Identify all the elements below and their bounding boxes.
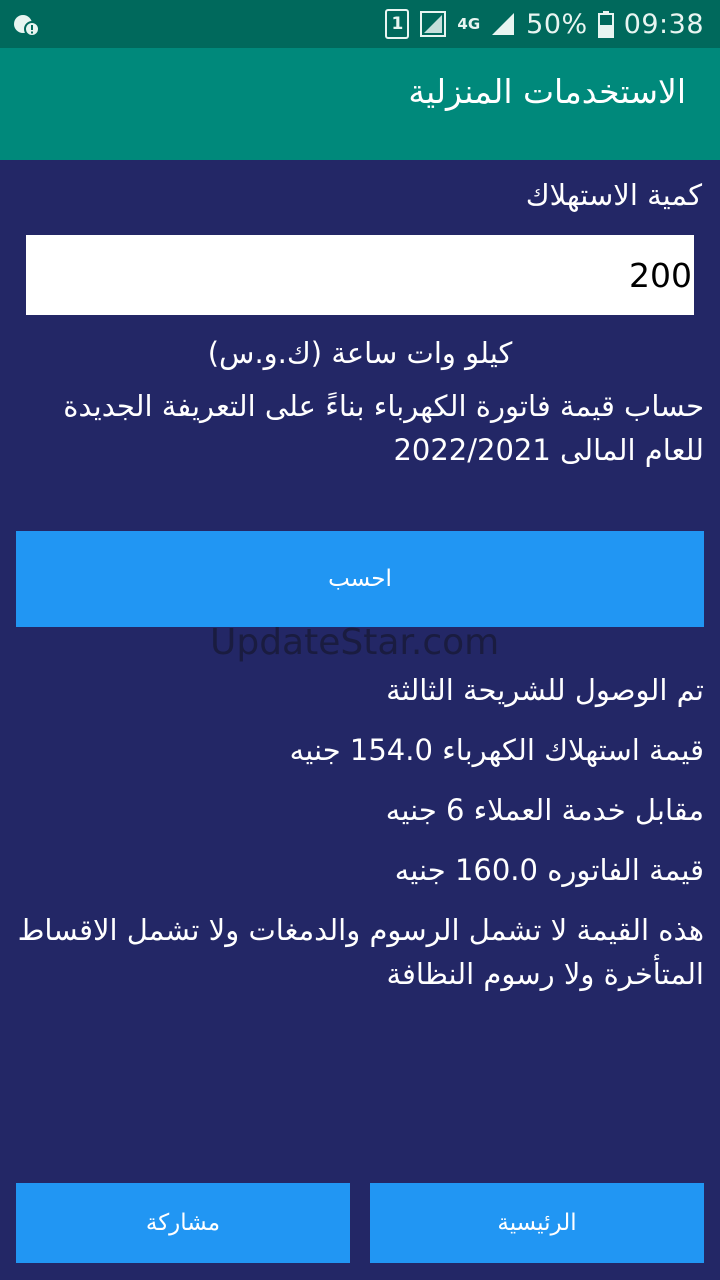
watermark: UpdateStar.com (210, 622, 500, 663)
consumption-input[interactable] (26, 235, 694, 315)
signal-icon (420, 11, 447, 37)
result-service-fee: مقابل خدمة العملاء 6 جنيه (385, 793, 704, 827)
battery-percent: 50% (526, 8, 588, 40)
unit-label: كيلو وات ساعة (ك.و.س) (207, 336, 513, 370)
page-title: الاستخدمات المنزلية (408, 72, 686, 111)
result-tier: تم الوصول للشريحة الثالثة (386, 673, 704, 707)
description-text: حساب قيمة فاتورة الكهرباء بناءً على التع… (63, 389, 704, 467)
home-button[interactable]: الرئيسية (370, 1183, 704, 1263)
calculate-button[interactable]: احسب (16, 531, 704, 627)
result-consumption-value: قيمة استهلاك الكهرباء 154.0 جنيه (289, 733, 704, 767)
consumption-label: كمية الاستهلاك (525, 178, 702, 212)
sim-icon: 1 (385, 9, 410, 39)
battery-icon (597, 11, 614, 38)
signal-strength-icon (492, 13, 515, 35)
result-bill-total: قيمة الفاتوره 160.0 جنيه (394, 853, 704, 887)
consumption-input-container[interactable] (26, 235, 694, 315)
share-button[interactable]: مشاركة (16, 1183, 350, 1263)
result-note: هذه القيمة لا تشمل الرسوم والدمغات ولا ت… (17, 913, 704, 991)
clock: 09:38 (623, 8, 704, 40)
status-bar: 1 4G 50% 09:38 (0, 0, 720, 48)
app-bar: الاستخدمات المنزلية (0, 48, 720, 160)
notification-icon (14, 15, 40, 37)
network-type: 4G (457, 15, 481, 33)
